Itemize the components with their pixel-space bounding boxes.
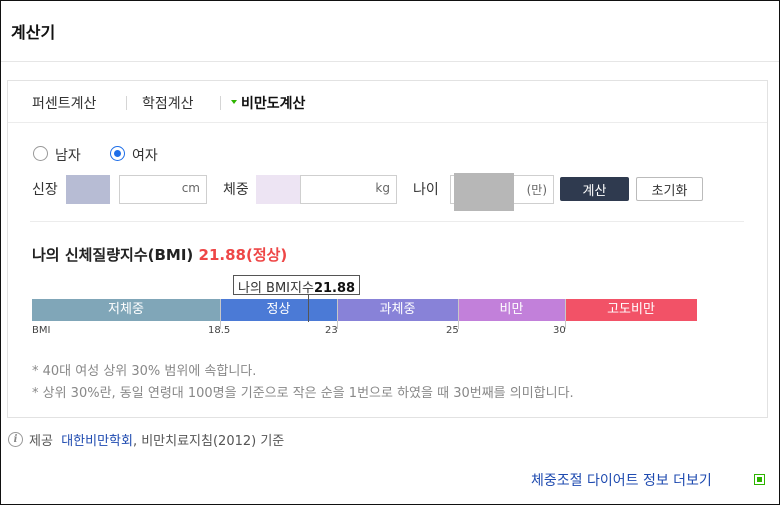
bmi-tick-label: 30 [553, 325, 566, 336]
calculate-button[interactable]: 계산 [560, 177, 629, 201]
bmi-segment: 과체중 [337, 299, 458, 321]
reset-button[interactable]: 초기화 [636, 177, 703, 201]
radio-male-label[interactable]: 남자 [55, 145, 81, 165]
info-icon: i [8, 432, 23, 447]
tab-separator [220, 96, 221, 110]
bmi-value: 21.88 [198, 246, 246, 264]
source-credit: 제공 대한비만학회, 비만치료지침(2012) 기준 [29, 430, 284, 449]
section-divider [30, 221, 744, 222]
radio-male[interactable] [33, 146, 48, 161]
widget-title: 계산기 [11, 23, 56, 42]
weight-label: 체중 [223, 182, 249, 198]
weight-unit: kg [375, 181, 390, 195]
note-percentile: * 40대 여성 상위 30% 범위에 속합니다. [32, 364, 257, 379]
bmi-marker-value: 21.88 [313, 281, 356, 296]
bmi-tick-label: 18.5 [208, 325, 231, 336]
source-link[interactable]: 대한비만학회 [61, 434, 133, 449]
age-label: 나이 [413, 182, 439, 198]
height-label: 신장 [32, 182, 58, 198]
height-redaction [66, 175, 110, 204]
source-prefix: 제공 [29, 434, 53, 449]
bmi-result-value: 21.88(정상) [199, 246, 288, 264]
bmi-tick-label: 23 [325, 325, 338, 336]
tab-grade[interactable]: 학점계산 [142, 93, 194, 113]
bmi-segment: 저체중 [32, 299, 220, 321]
tab-bmi[interactable]: 비만도계산 [241, 93, 305, 113]
bmi-marker-line [308, 294, 309, 322]
height-unit: cm [181, 181, 200, 195]
source-suffix: , 비만치료지침(2012) 기준 [132, 434, 285, 449]
bmi-tick-label: 25 [446, 325, 459, 336]
age-redaction [454, 173, 514, 211]
calculator-tabs: 퍼센트계산 학점계산 비만도계산 [8, 81, 767, 123]
calculator-panel: 퍼센트계산 학점계산 비만도계산 남자 여자 신장 cm 체중 kg 나이 (만… [7, 80, 768, 418]
bmi-marker-label: 나의 BMI지수21.88 [233, 275, 361, 296]
bmi-axis-label: BMI [32, 325, 51, 336]
active-tab-arrow-icon [231, 100, 237, 104]
weight-redaction [256, 175, 300, 204]
bmi-segment: 비만 [458, 299, 565, 321]
bmi-result: 나의 신체질량지수(BMI) 21.88(정상) [32, 244, 287, 265]
bmi-marker-text: 나의 BMI지수 [238, 281, 314, 296]
bmi-segment: 고도비만 [565, 299, 697, 321]
note-explanation: * 상위 30%란, 동일 연령대 100명을 기준으로 작은 순을 1번으로 … [32, 386, 574, 401]
bmi-status: (정상) [245, 246, 288, 264]
height-input[interactable]: cm [119, 175, 207, 204]
title-divider [1, 61, 779, 62]
age-unit: (만) [526, 183, 547, 197]
bmi-result-label: 나의 신체질량지수(BMI) [32, 246, 194, 264]
radio-female-label[interactable]: 여자 [132, 145, 158, 165]
tab-percent[interactable]: 퍼센트계산 [32, 93, 96, 113]
bmi-segment: 정상 [220, 299, 337, 321]
tab-separator [126, 96, 127, 110]
radio-female[interactable] [110, 146, 125, 161]
bmi-scale-bar: 저체중 정상 과체중 비만 고도비만 [32, 299, 697, 321]
external-link-icon[interactable] [754, 474, 765, 485]
weight-input[interactable]: kg [300, 175, 397, 204]
more-info-link[interactable]: 체중조절 다이어트 정보 더보기 [531, 470, 712, 490]
